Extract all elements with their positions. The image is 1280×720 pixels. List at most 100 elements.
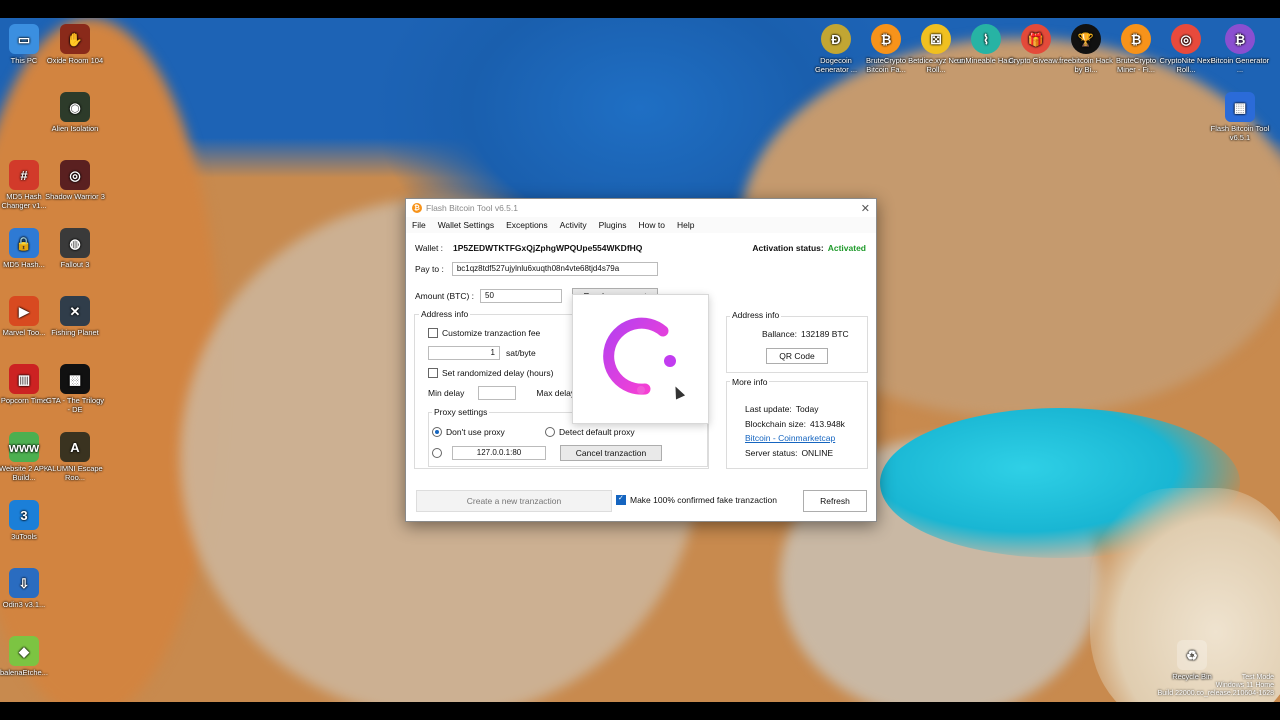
last-update-label: Last update: bbox=[745, 404, 792, 414]
random-delay-row[interactable]: Set randomized delay (hours) bbox=[428, 368, 554, 378]
max-delay-label: Max delay bbox=[536, 388, 576, 398]
wallet-address: 1P5ZEDWTKTFGxQjZphgWPQUpe554WKDfHQ bbox=[453, 243, 643, 253]
no-proxy-row[interactable]: Don't use proxy bbox=[432, 427, 505, 437]
left-shortcut[interactable]: ◉ Alien Isolation bbox=[45, 92, 105, 133]
shortcut-label: balenaEtche... bbox=[0, 668, 48, 677]
proxy-title: Proxy settings bbox=[432, 407, 490, 417]
right-shortcut[interactable]: ◎ CryptoNite Next Roll... bbox=[1156, 24, 1216, 74]
title-bar[interactable]: ₿ Flash Bitcoin Tool v6.5.1 ✕ bbox=[406, 199, 876, 217]
cube-icon: ◆ bbox=[9, 636, 39, 666]
menu-exceptions[interactable]: Exceptions bbox=[506, 220, 548, 230]
left-shortcut[interactable]: ✋ Oxide Room 104 bbox=[45, 24, 105, 65]
left-shortcut[interactable]: ▩ GTA - The Trilogy - DE bbox=[45, 364, 105, 414]
right-shortcut[interactable]: ▦ Flash Bitcoin Tool v6.5.1 bbox=[1210, 92, 1270, 142]
shortcut-label: Flash Bitcoin Tool v6.5.1 bbox=[1210, 124, 1270, 142]
delay-row: Min delay Max delay bbox=[428, 386, 575, 400]
bitcoin-logo-icon: ₿ bbox=[412, 203, 422, 213]
refresh-button[interactable]: Refresh bbox=[803, 490, 867, 512]
download-icon: ⇩ bbox=[9, 568, 39, 598]
right-shortcut[interactable]: ₿ Bitcoin Generator ... bbox=[1210, 24, 1270, 74]
gift-icon: 🎁 bbox=[1021, 24, 1051, 54]
game-icon: ▩ bbox=[60, 364, 90, 394]
fee-input[interactable]: 1 bbox=[428, 346, 500, 360]
blockchain-value: 413.948k bbox=[809, 419, 845, 429]
blockchain-row: Blockchain size: 413.948k bbox=[745, 419, 845, 429]
create-tranzaction-button[interactable]: Create a new tranzaction bbox=[416, 490, 612, 512]
server-value: ONLINE bbox=[801, 448, 834, 458]
game-icon: ✋ bbox=[60, 24, 90, 54]
blockchain-label: Blockchain size: bbox=[745, 419, 806, 429]
loading-spinner-icon bbox=[603, 317, 676, 395]
globe-icon: ◎ bbox=[1171, 24, 1201, 54]
balance-group-title: Address info bbox=[730, 310, 782, 320]
balance-value: 132189 BTC bbox=[800, 329, 849, 339]
shortcut-label: Oxide Room 104 bbox=[46, 56, 104, 65]
left-shortcut[interactable]: A ALUMNI Escape Roo... bbox=[45, 432, 105, 482]
more-info-title: More info bbox=[730, 377, 770, 387]
custom-proxy-radio[interactable] bbox=[432, 448, 442, 458]
web-icon: www bbox=[9, 432, 39, 462]
menu-help[interactable]: Help bbox=[677, 220, 694, 230]
game-icon: ◍ bbox=[60, 228, 90, 258]
cancel-tranzaction-button[interactable]: Cancel tranzaction bbox=[560, 445, 662, 461]
game-icon: A bbox=[60, 432, 90, 462]
balance-row: Ballance: 132189 BTC bbox=[762, 329, 849, 339]
lock-icon: 🔒 bbox=[9, 228, 39, 258]
shortcut-label: Bitcoin Generator ... bbox=[1210, 56, 1270, 74]
menu-activity[interactable]: Activity bbox=[560, 220, 587, 230]
proxy-address-input[interactable]: 127.0.0.1:80 bbox=[452, 446, 546, 460]
game-icon: ✕ bbox=[60, 296, 90, 326]
confirm-checkbox[interactable] bbox=[616, 494, 626, 505]
min-delay-input[interactable] bbox=[478, 386, 517, 400]
address-info-title: Address info bbox=[419, 309, 471, 319]
no-proxy-radio[interactable] bbox=[432, 427, 442, 437]
loading-dialog bbox=[572, 294, 709, 424]
menu-file[interactable]: File bbox=[412, 220, 426, 230]
detect-proxy-row[interactable]: Detect default proxy bbox=[545, 427, 635, 437]
left-shortcut[interactable]: ◍ Fallout 3 bbox=[45, 228, 105, 269]
test-mode-watermark: Test Mode Windows 11 Home Build 22000.co… bbox=[1158, 674, 1274, 698]
left-shortcut[interactable]: ✕ Fishing Planet bbox=[45, 296, 105, 337]
activation-label: Activation status: bbox=[752, 243, 824, 253]
detect-proxy-radio[interactable] bbox=[545, 427, 555, 437]
no-proxy-label: Don't use proxy bbox=[446, 427, 505, 437]
shortcut-label: ALUMNI Escape Roo... bbox=[47, 464, 103, 482]
custom-fee-checkbox[interactable] bbox=[428, 328, 438, 338]
screen-bottom-bar bbox=[0, 702, 1280, 720]
menu-wallet-settings[interactable]: Wallet Settings bbox=[438, 220, 494, 230]
menu-bar: File Wallet Settings Exceptions Activity… bbox=[406, 217, 876, 233]
custom-fee-row[interactable]: Customize tranzaction fee bbox=[428, 328, 540, 338]
hash-icon: # bbox=[9, 160, 39, 190]
server-label: Server status: bbox=[745, 448, 798, 458]
tool-icon: 3 bbox=[9, 500, 39, 530]
detect-proxy-label: Detect default proxy bbox=[559, 427, 635, 437]
amount-input[interactable]: 50 bbox=[480, 289, 563, 303]
confirm-row[interactable]: Make 100% confirmed fake tranzaction bbox=[616, 494, 777, 505]
payto-row: Pay to : bc1qz8tdf527ujylnlu6xuqth08n4vt… bbox=[415, 262, 658, 276]
left-shortcut[interactable]: ⇩ Odin3 v3.1... bbox=[0, 568, 54, 609]
payto-input[interactable]: bc1qz8tdf527ujylnlu6xuqth08n4vte68tjd4s7… bbox=[451, 262, 658, 276]
menu-how-to[interactable]: How to bbox=[638, 220, 664, 230]
random-delay-checkbox[interactable] bbox=[428, 368, 438, 378]
left-shortcut[interactable]: 3 3uTools bbox=[0, 500, 54, 541]
payto-label: Pay to : bbox=[415, 264, 444, 274]
game-icon: ◎ bbox=[60, 160, 90, 190]
menu-plugins[interactable]: Plugins bbox=[599, 220, 627, 230]
watermark-line: Build 22000.co_release.210604-1628 bbox=[1157, 690, 1274, 697]
close-icon[interactable]: ✕ bbox=[861, 202, 870, 215]
balance-label: Ballance: bbox=[762, 329, 797, 339]
last-update-value: Today bbox=[795, 404, 819, 414]
wallet-label: Wallet : bbox=[415, 243, 444, 253]
left-shortcut[interactable]: ◆ balenaEtche... bbox=[0, 636, 54, 677]
left-shortcut[interactable]: ◎ Shadow Warrior 3 bbox=[45, 160, 105, 201]
server-row: Server status: ONLINE bbox=[745, 448, 833, 458]
qr-code-button[interactable]: QR Code bbox=[766, 348, 828, 364]
monitor-icon: ▭ bbox=[9, 24, 39, 54]
watermark-line: Test Mode bbox=[1241, 674, 1274, 681]
shortcut-label: Odin3 v3.1... bbox=[2, 600, 46, 609]
mining-icon: ⌇ bbox=[971, 24, 1001, 54]
coinmarketcap-link[interactable]: Bitcoin - Coinmarketcap bbox=[745, 433, 835, 443]
custom-proxy-row: 127.0.0.1:80 Cancel tranzaction bbox=[432, 445, 662, 461]
shortcut-label: Alien Isolation bbox=[51, 124, 99, 133]
confirm-label: Make 100% confirmed fake tranzaction bbox=[630, 495, 777, 505]
